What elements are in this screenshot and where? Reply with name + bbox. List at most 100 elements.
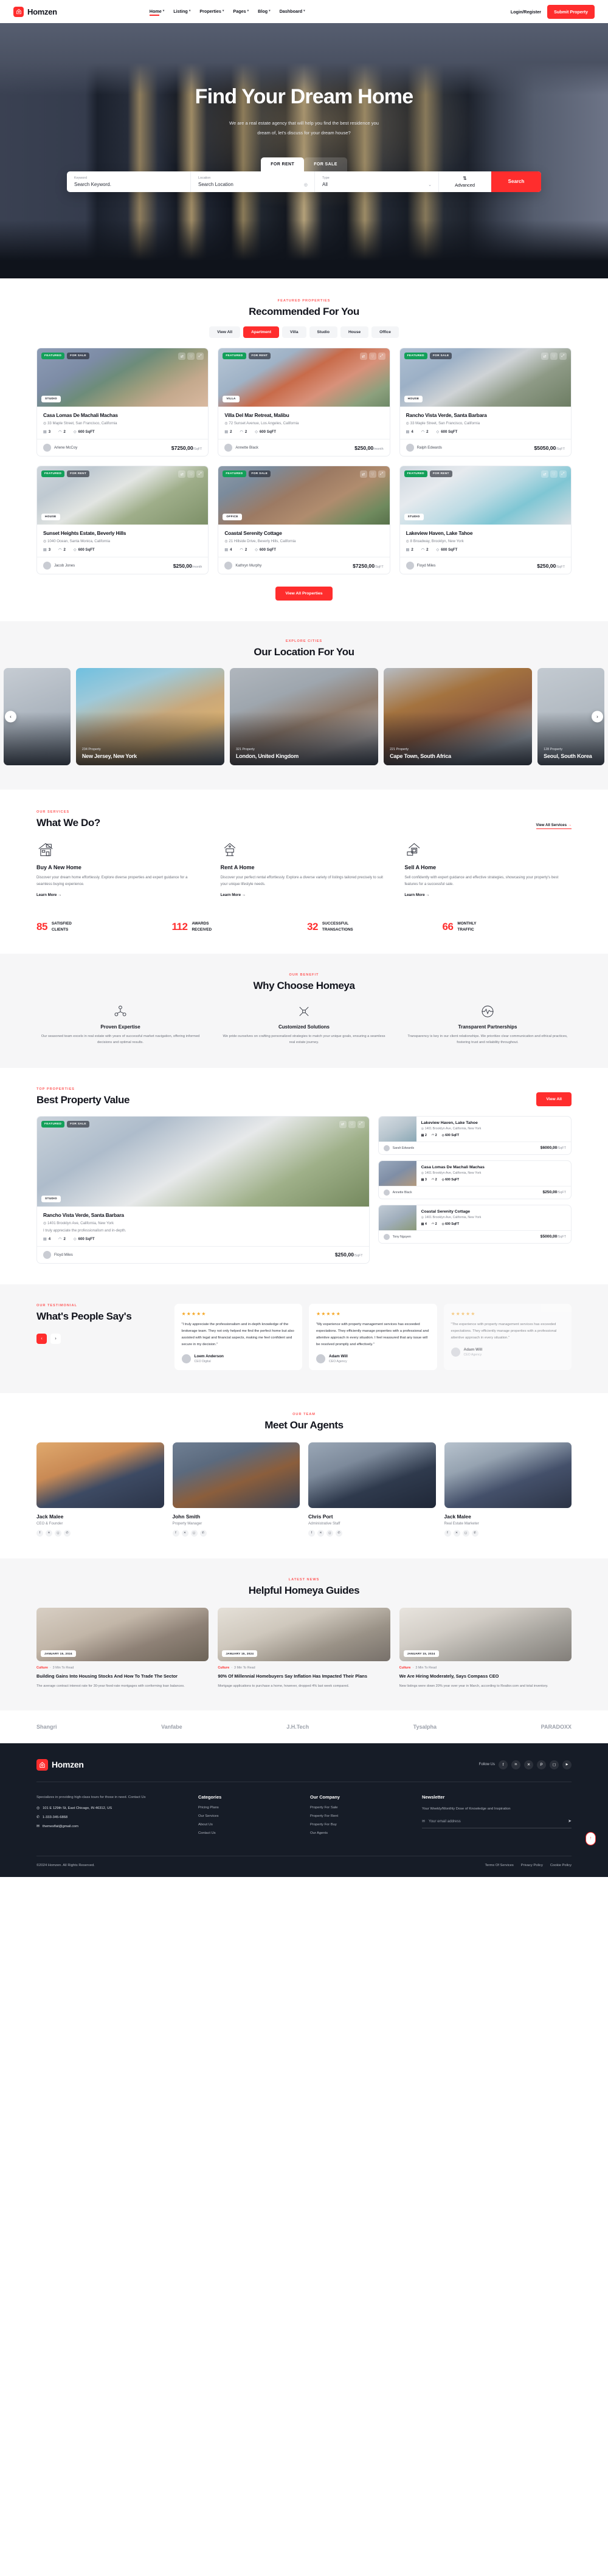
expand-icon[interactable]: ⤢ <box>559 353 567 360</box>
brand-logo[interactable]: Homzen <box>13 6 57 17</box>
nav-item-dashboard[interactable]: Dashboard ▾ <box>280 9 305 15</box>
expand-icon[interactable]: ⤢ <box>196 353 204 360</box>
newsletter-email-input[interactable]: Your email address <box>429 1819 564 1824</box>
phone-icon[interactable]: ✆ <box>336 1529 342 1537</box>
best-side-card[interactable]: Casa Lomas De Machali Machas ◎ 1401 Broo… <box>378 1160 572 1199</box>
search-type-field[interactable]: Type All ⌄ <box>315 171 439 192</box>
login-register-link[interactable]: Login/Register <box>511 9 541 15</box>
instagram-icon[interactable]: ◻ <box>550 1760 559 1769</box>
testimonial-next-button[interactable]: › <box>50 1333 61 1344</box>
twitter-x-icon[interactable]: ✕ <box>317 1529 324 1537</box>
blog-card[interactable]: JANUARY 15, 2024 Culture · 3 Min To Read… <box>36 1607 209 1690</box>
location-card[interactable]: 234 Property New Jersey, New York <box>75 668 224 765</box>
nav-item-properties[interactable]: Properties ▾ <box>199 9 224 15</box>
heart-icon[interactable]: ♡ <box>187 353 195 360</box>
compare-icon[interactable]: ⇄ <box>178 470 186 478</box>
facebook-icon[interactable]: f <box>36 1529 43 1537</box>
learn-more-link[interactable]: Learn More → <box>36 893 61 897</box>
footer-link[interactable]: Property For Sale <box>310 1806 410 1810</box>
best-view-all-button[interactable]: View All <box>536 1092 572 1106</box>
facebook-icon[interactable]: f <box>499 1760 508 1769</box>
location-input[interactable]: Search Location <box>198 182 307 187</box>
learn-more-link[interactable]: Learn More → <box>404 893 429 897</box>
compare-icon[interactable]: ⇄ <box>541 470 548 478</box>
filter-house[interactable]: House <box>340 326 369 338</box>
footer-link[interactable]: Our Services <box>198 1814 298 1818</box>
footer-phone[interactable]: ✆ 1-333-345-6868 <box>36 1816 186 1819</box>
agent-card[interactable]: Chris Port Administrative Staff f ✕ ◻ ✆ <box>308 1442 436 1537</box>
footer-legal-link[interactable]: Cookie Policy <box>550 1864 572 1867</box>
compare-icon[interactable]: ⇄ <box>359 470 367 478</box>
agent-card[interactable]: Jack Malee Real Estate Marketer f ✕ ◻ ✆ <box>444 1442 572 1537</box>
blog-card[interactable]: JANUARY 15, 2024 Culture · 3 Min To Read… <box>218 1607 390 1690</box>
linkedin-icon[interactable]: in <box>511 1760 520 1769</box>
newsletter-form[interactable]: ✉ Your email address ➤ <box>422 1819 572 1829</box>
heart-icon[interactable]: ♡ <box>368 353 376 360</box>
filter-office[interactable]: Office <box>371 326 399 338</box>
expand-icon[interactable]: ⤢ <box>378 470 385 478</box>
pinterest-icon[interactable]: P <box>537 1760 546 1769</box>
location-card[interactable]: 221 Property Cape Town, South Africa <box>384 668 533 765</box>
footer-link[interactable]: Pricing Plans <box>198 1806 298 1810</box>
agent-card[interactable]: Jack Malee CEO & Founder f ✕ ◻ ✆ <box>36 1442 164 1537</box>
location-card[interactable]: 321 Property London, United Kingdom <box>229 668 379 765</box>
heart-icon[interactable]: ♡ <box>550 353 558 360</box>
filter-villa[interactable]: Villa <box>282 326 306 338</box>
footer-email[interactable]: ✉ themesflat@gmail.com <box>36 1825 186 1828</box>
footer-link[interactable]: Contact Us <box>198 1831 298 1835</box>
footer-link[interactable]: Our Agents <box>310 1831 410 1835</box>
service-item[interactable]: Sell A Home Sell confidently with expert… <box>404 841 572 899</box>
tab-for-sale[interactable]: FOR SALE <box>304 157 347 171</box>
compare-icon[interactable]: ⇄ <box>359 353 367 360</box>
compare-icon[interactable]: ⇄ <box>339 1120 347 1128</box>
twitter-x-icon[interactable]: ✕ <box>453 1529 460 1537</box>
expand-icon[interactable]: ⤢ <box>196 470 204 478</box>
heart-icon[interactable]: ♡ <box>550 470 558 478</box>
send-icon[interactable]: ➤ <box>568 1819 572 1824</box>
carousel-prev-button[interactable]: ‹ <box>5 711 16 723</box>
nav-item-listing[interactable]: Listing ▾ <box>173 9 190 15</box>
facebook-icon[interactable]: f <box>308 1529 315 1537</box>
footer-legal-link[interactable]: Privacy Policy <box>521 1864 543 1867</box>
carousel-next-button[interactable]: › <box>592 711 603 723</box>
compare-icon[interactable]: ⇄ <box>178 353 186 360</box>
property-card[interactable]: FEATURED FOR RENT ⇄ ♡ ⤢ VILLA Villa Del … <box>218 348 390 456</box>
facebook-icon[interactable]: f <box>172 1529 179 1537</box>
expand-icon[interactable]: ⤢ <box>559 470 567 478</box>
instagram-icon[interactable]: ◻ <box>55 1529 61 1537</box>
twitter-x-icon[interactable]: ✕ <box>181 1529 188 1537</box>
twitter-x-icon[interactable]: ✕ <box>524 1760 533 1769</box>
search-keyword-field[interactable]: Keyword Search Keyword. <box>67 171 191 192</box>
back-to-top-button[interactable]: ↑ <box>586 1831 596 1845</box>
nav-item-home[interactable]: Home ▾ <box>149 9 164 16</box>
property-card[interactable]: FEATURED FOR SALE ⇄ ♡ ⤢ HOUSE Rancho Vis… <box>399 348 572 456</box>
service-item[interactable]: Buy A New Home Discover your dream home … <box>36 841 204 899</box>
blog-card[interactable]: JANUARY 15, 2024 Culture · 3 Min To Read… <box>399 1607 572 1690</box>
heart-icon[interactable]: ♡ <box>187 470 195 478</box>
tab-for-rent[interactable]: FOR RENT <box>261 157 305 171</box>
submit-property-button[interactable]: Submit Property <box>547 4 595 19</box>
keyword-input[interactable]: Search Keyword. <box>74 182 183 187</box>
expand-icon[interactable]: ⤢ <box>378 353 385 360</box>
best-side-card[interactable]: Lakeview Haven, Lake Tahoe ◎ 1401 Brookl… <box>378 1115 572 1155</box>
phone-icon[interactable]: ✆ <box>64 1529 71 1537</box>
footer-link[interactable]: Property For Buy <box>310 1823 410 1827</box>
expand-icon[interactable]: ⤢ <box>357 1120 365 1128</box>
phone-icon[interactable]: ✆ <box>199 1529 207 1537</box>
heart-icon[interactable]: ♡ <box>348 1120 356 1128</box>
facebook-icon[interactable]: f <box>444 1529 451 1537</box>
search-location-field[interactable]: Location Search Location ◎ <box>191 171 315 192</box>
agent-card[interactable]: John Smith Property Manager f ✕ ◻ ✆ <box>172 1442 300 1537</box>
property-card[interactable]: FEATURED FOR RENT ⇄ ♡ ⤢ HOUSE Sunset Hei… <box>36 466 209 574</box>
youtube-icon[interactable]: ▶ <box>562 1760 572 1769</box>
filter-apartment[interactable]: Apartment <box>243 326 280 338</box>
nav-item-blog[interactable]: Blog ▾ <box>258 9 270 15</box>
type-select[interactable]: All <box>322 182 431 187</box>
advanced-filter-button[interactable]: ⇅ Advanced <box>439 171 491 192</box>
property-card[interactable]: FEATURED FOR SALE ⇄ ♡ ⤢ STUDIO Casa Loma… <box>36 348 209 456</box>
property-card[interactable]: FEATURED FOR RENT ⇄ ♡ ⤢ STUDIO Lakeview … <box>399 466 572 574</box>
chevron-down-icon[interactable]: ⌄ <box>428 182 432 187</box>
testimonial-prev-button[interactable]: ‹ <box>36 1333 47 1344</box>
instagram-icon[interactable]: ◻ <box>326 1529 333 1537</box>
best-side-card[interactable]: Coastal Serenity Cottage ◎ 1401 Brooklyn… <box>378 1204 572 1244</box>
